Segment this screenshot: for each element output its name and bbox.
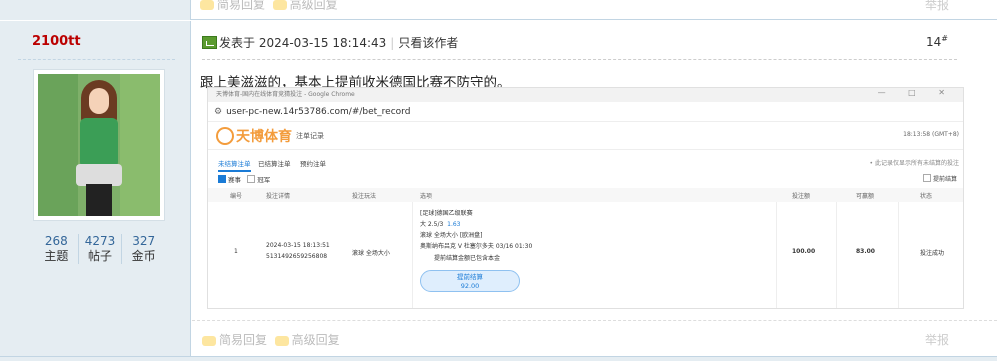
- row-note: 提前结算金额已包含本金: [434, 255, 501, 262]
- site-clock: 18:13:58 (GMT+8): [903, 131, 959, 138]
- floor-sup: #: [941, 34, 948, 43]
- row-stake: 100.00: [792, 248, 816, 255]
- avatar-bg: [120, 74, 160, 216]
- avatar-legs: [86, 184, 112, 216]
- col-index: 编号: [230, 193, 243, 200]
- quick-reply-link[interactable]: 简易回复: [217, 0, 265, 12]
- avatar-frame: [33, 69, 165, 221]
- prev-quick-actions: 简易回复 高级回复: [200, 0, 338, 12]
- tab-reserved: 预约注单: [300, 160, 326, 168]
- browser-url-bar: ⚙ user-pc-new.14r53786.com/#/bet_record: [208, 102, 963, 122]
- pick-text: 大 2.5/3: [420, 221, 444, 228]
- col-win: 可赢额: [856, 193, 875, 200]
- report-link[interactable]: 举报: [925, 0, 949, 13]
- early-cashout-filter: 提前结算: [922, 174, 957, 183]
- nav-bet-record: 注单记录: [296, 132, 324, 140]
- next-post-border: [0, 356, 997, 361]
- prev-author-column: [0, 0, 191, 20]
- meta-separator: |: [390, 36, 395, 50]
- stat-posts[interactable]: 4273 帖子: [79, 234, 123, 264]
- cashout-button: 提前结算 92.00: [420, 270, 520, 292]
- avatar-body: [80, 118, 118, 168]
- row-index: 1: [234, 248, 238, 255]
- filter-events: 赛事: [228, 176, 241, 184]
- author-stats: 268 主题 4273 帖子 327 金币: [35, 234, 165, 264]
- row-order-no: 5131492659256808: [266, 253, 328, 260]
- reply-icon: [202, 335, 216, 346]
- floor-number[interactable]: 14#: [926, 34, 948, 49]
- tab-note: • 此记录仅显示所有未结算的投注: [869, 160, 959, 167]
- divider: [202, 59, 957, 60]
- report-link[interactable]: 举报: [925, 331, 949, 348]
- row-time: 2024-03-15 18:13:51: [266, 242, 330, 249]
- early-cashout-label: 提前结算: [932, 176, 957, 183]
- row-league: [足球]德国乙级联赛: [420, 210, 473, 217]
- post-footer: 简易回复 高级回复 举报: [192, 320, 997, 361]
- col-option: 选项: [420, 193, 433, 200]
- row-pick: 大 2.5/3 1.63: [420, 219, 460, 228]
- stat-num: 327: [132, 234, 156, 248]
- site-info-icon: ⚙: [214, 107, 223, 117]
- filter-champion: 冠军: [257, 176, 271, 184]
- only-author-link[interactable]: 只看该作者: [398, 36, 458, 50]
- col-stake: 投注额: [792, 193, 811, 200]
- author-sidebar: 2100tt 268 主题 4273 帖子 327 金币: [0, 21, 191, 361]
- tab-unsettled: 未结算注单: [218, 158, 251, 172]
- row-match: 奥斯纳布吕克 V 杜塞尔多夫 03/16 01:30: [420, 243, 533, 250]
- stat-num: 4273: [84, 234, 116, 248]
- col-play: 投注玩法: [352, 193, 377, 200]
- col-status: 状态: [920, 193, 933, 200]
- tab-settled: 已结算注单: [258, 160, 291, 168]
- divider: [18, 59, 175, 60]
- floor-num: 14: [926, 35, 942, 49]
- url-text: user-pc-new.14r53786.com/#/bet_record: [226, 107, 411, 117]
- browser-title: 天博体育-国内在线体育竞猜投注 - Google Chrome: [208, 88, 963, 102]
- window-controls: — □ ✕: [877, 88, 955, 97]
- reply-icon: [272, 0, 287, 10]
- logo-text: 天博体育: [236, 129, 292, 145]
- bet-screenshot-image[interactable]: 天博体育-国内在线体育竞猜投注 - Google Chrome — □ ✕ ⚙ u…: [207, 87, 964, 309]
- cashout-amount: 92.00: [460, 282, 480, 290]
- post-body: 发表于 2024-03-15 18:14:43 | 只看该作者 14# 跟上美滋滋的…: [192, 21, 997, 361]
- col-detail: 投注详情: [266, 193, 291, 200]
- reply-icon: [200, 0, 214, 10]
- table-row: 1 2024-03-15 18:13:51 5131492659256808 滚…: [208, 202, 963, 308]
- online-icon: [202, 36, 217, 49]
- checkbox-icon: [922, 174, 931, 182]
- reply-icon: [274, 335, 289, 346]
- stat-label: 帖子: [88, 249, 113, 263]
- adv-reply-link[interactable]: 高级回复: [290, 0, 338, 12]
- adv-reply-link[interactable]: 高级回复: [292, 333, 340, 347]
- site-logo: 天博体育: [216, 126, 292, 146]
- author-name[interactable]: 2100tt: [32, 34, 81, 49]
- quick-actions: 简易回复 高级回复: [202, 331, 340, 348]
- stat-label: 主题: [44, 249, 69, 263]
- avatar[interactable]: [38, 74, 160, 216]
- stat-label: 金币: [131, 249, 156, 263]
- record-tabs: 未结算注单 已结算注单 预约注单 • 此记录仅显示所有未结算的投注: [208, 154, 963, 172]
- prev-post-footer: 简易回复 高级回复 举报: [0, 0, 997, 20]
- logo-icon: [216, 127, 234, 145]
- checkbox-icon: [218, 175, 226, 183]
- avatar-skirt: [76, 164, 122, 186]
- filters: 赛事 冠军: [218, 174, 270, 184]
- stat-coins[interactable]: 327 金币: [122, 234, 165, 264]
- quick-reply-link[interactable]: 简易回复: [219, 333, 267, 347]
- row-market: 滚球 全场大小 [欧洲盘]: [420, 232, 483, 239]
- post-meta: 发表于 2024-03-15 18:14:43 | 只看该作者: [202, 34, 458, 50]
- row-status: 投注成功: [920, 250, 945, 257]
- stat-threads[interactable]: 268 主题: [35, 234, 79, 264]
- cashout-label: 提前结算: [457, 273, 483, 281]
- checkbox-icon: [247, 175, 256, 183]
- row-play: 滚球 全场大小: [352, 250, 390, 257]
- pick-odds: 1.63: [447, 221, 461, 228]
- post-time: 发表于 2024-03-15 18:14:43: [219, 36, 387, 50]
- site-header: 天博体育 注单记录 18:13:58 (GMT+8): [208, 122, 963, 150]
- table-header: 编号 投注详情 投注玩法 选项 投注额 可赢额 状态: [208, 188, 963, 202]
- stat-num: 268: [44, 234, 68, 248]
- avatar-face: [89, 88, 109, 114]
- avatar-bg: [38, 74, 78, 216]
- row-win: 83.00: [856, 248, 875, 255]
